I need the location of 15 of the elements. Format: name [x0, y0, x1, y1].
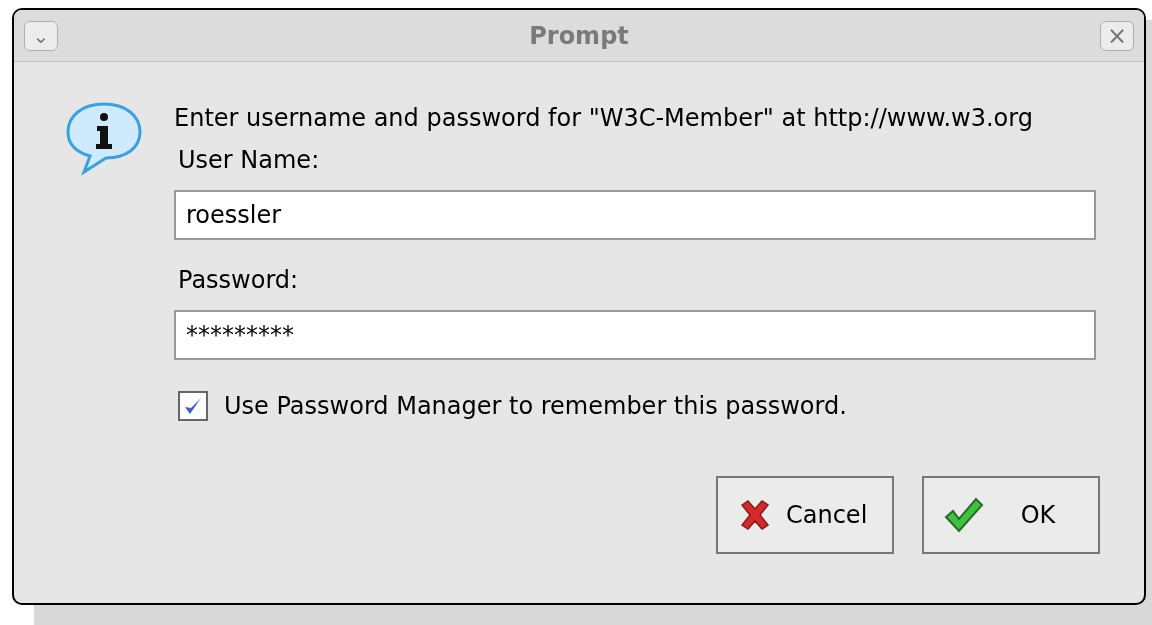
cross-icon	[738, 499, 772, 531]
field-label: Password:	[178, 265, 300, 296]
window-title: Prompt	[528, 20, 630, 52]
field-label: User Name:	[178, 145, 321, 176]
checkmark-icon	[944, 497, 984, 533]
close-button[interactable]: ×	[1100, 20, 1134, 51]
window-menu-button[interactable]: ⌄	[24, 20, 58, 51]
info-icon	[64, 100, 144, 176]
password-field[interactable]: *********	[174, 310, 1096, 360]
prompt-message: Enter username and password for "W3C-Member" at http://www.w3.org	[174, 103, 1034, 134]
ok-button[interactable]: OK	[922, 476, 1100, 554]
checkbox-label: Use Password Manager to remember this password.	[224, 391, 847, 422]
checkbox[interactable]	[178, 391, 208, 421]
username-field[interactable]: roessler	[174, 190, 1096, 240]
cancel-button[interactable]: Cancel	[716, 476, 894, 554]
